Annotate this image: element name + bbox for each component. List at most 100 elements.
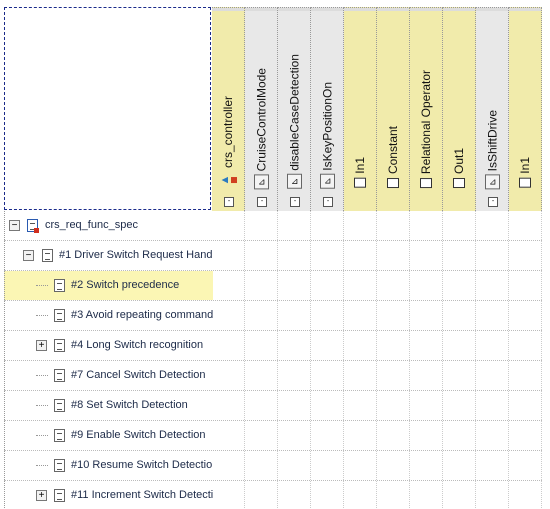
matrix-cell[interactable] xyxy=(245,391,278,420)
matrix-cell[interactable] xyxy=(212,271,245,300)
matrix-cell[interactable] xyxy=(377,211,410,240)
matrix-cell[interactable] xyxy=(311,481,344,509)
matrix-cell[interactable] xyxy=(344,271,377,300)
matrix-cell[interactable] xyxy=(476,421,509,450)
matrix-cell[interactable] xyxy=(476,271,509,300)
matrix-cell[interactable] xyxy=(509,331,542,360)
matrix-cell[interactable] xyxy=(476,481,509,509)
matrix-cell[interactable] xyxy=(509,421,542,450)
collapse-button[interactable]: - xyxy=(257,197,267,207)
table-row[interactable]: #10 Resume Switch Detection xyxy=(4,451,542,481)
matrix-cell[interactable] xyxy=(245,331,278,360)
matrix-cell[interactable] xyxy=(443,301,476,330)
matrix-cell[interactable] xyxy=(344,361,377,390)
row-name-cell[interactable]: #9 Enable Switch Detection xyxy=(4,421,213,450)
matrix-cell[interactable] xyxy=(377,391,410,420)
matrix-cell[interactable] xyxy=(410,271,443,300)
column-header[interactable]: ⊿ IsKeyPositionOn - xyxy=(311,7,344,211)
matrix-cell[interactable] xyxy=(443,271,476,300)
row-name-cell[interactable]: #3 Avoid repeating commands xyxy=(4,301,213,330)
column-header[interactable]: ⊿ CruiseControlMode - xyxy=(245,7,278,211)
matrix-cell[interactable] xyxy=(278,241,311,270)
collapse-button[interactable]: - xyxy=(224,197,234,207)
matrix-cell[interactable] xyxy=(476,391,509,420)
matrix-cell[interactable] xyxy=(377,421,410,450)
matrix-cell[interactable] xyxy=(311,421,344,450)
collapse-toggle[interactable]: − xyxy=(9,220,20,231)
matrix-cell[interactable] xyxy=(344,451,377,480)
matrix-cell[interactable] xyxy=(212,241,245,270)
matrix-cell[interactable] xyxy=(278,481,311,509)
matrix-cell[interactable] xyxy=(443,451,476,480)
matrix-cell[interactable] xyxy=(311,271,344,300)
matrix-cell[interactable] xyxy=(344,211,377,240)
matrix-cell[interactable] xyxy=(377,361,410,390)
matrix-cell[interactable] xyxy=(410,451,443,480)
matrix-cell[interactable] xyxy=(278,271,311,300)
matrix-corner-cell[interactable] xyxy=(4,7,211,210)
matrix-cell[interactable] xyxy=(443,241,476,270)
matrix-cell[interactable] xyxy=(410,481,443,509)
matrix-cell[interactable] xyxy=(212,301,245,330)
row-name-cell[interactable]: #7 Cancel Switch Detection xyxy=(4,361,213,390)
column-header[interactable]: ⊿ IsShiftDrive - xyxy=(476,7,509,211)
matrix-cell[interactable] xyxy=(476,301,509,330)
table-row[interactable]: #7 Cancel Switch Detection xyxy=(4,361,542,391)
matrix-cell[interactable] xyxy=(509,271,542,300)
matrix-cell[interactable] xyxy=(443,211,476,240)
expand-toggle[interactable]: + xyxy=(36,340,47,351)
matrix-cell[interactable] xyxy=(377,301,410,330)
matrix-cell[interactable] xyxy=(410,391,443,420)
table-row[interactable]: − #1 Driver Switch Request Handling xyxy=(4,241,542,271)
matrix-cell[interactable] xyxy=(410,301,443,330)
matrix-cell[interactable] xyxy=(377,451,410,480)
column-header[interactable]: Constant xyxy=(377,7,410,211)
matrix-cell[interactable] xyxy=(278,301,311,330)
matrix-cell[interactable] xyxy=(311,211,344,240)
matrix-cell[interactable] xyxy=(311,331,344,360)
matrix-cell[interactable] xyxy=(212,421,245,450)
column-header[interactable]: In1 xyxy=(509,7,542,211)
table-row[interactable]: #9 Enable Switch Detection xyxy=(4,421,542,451)
matrix-cell[interactable] xyxy=(377,481,410,509)
matrix-cell[interactable] xyxy=(344,301,377,330)
matrix-cell[interactable] xyxy=(509,361,542,390)
row-name-cell[interactable]: + #11 Increment Switch Detection xyxy=(4,481,213,509)
expand-toggle[interactable]: + xyxy=(36,490,47,501)
matrix-cell[interactable] xyxy=(509,211,542,240)
matrix-cell[interactable] xyxy=(476,241,509,270)
matrix-cell[interactable] xyxy=(245,421,278,450)
matrix-cell[interactable] xyxy=(443,481,476,509)
matrix-cell[interactable] xyxy=(311,451,344,480)
matrix-cell[interactable] xyxy=(509,301,542,330)
matrix-cell[interactable] xyxy=(344,421,377,450)
matrix-cell[interactable] xyxy=(212,211,245,240)
matrix-cell[interactable] xyxy=(245,361,278,390)
matrix-cell[interactable] xyxy=(212,331,245,360)
matrix-cell[interactable] xyxy=(443,331,476,360)
row-name-cell[interactable]: − #1 Driver Switch Request Handling xyxy=(4,241,213,270)
matrix-cell[interactable] xyxy=(245,301,278,330)
matrix-cell[interactable] xyxy=(212,391,245,420)
matrix-cell[interactable] xyxy=(245,451,278,480)
matrix-cell[interactable] xyxy=(509,481,542,509)
matrix-cell[interactable] xyxy=(476,361,509,390)
matrix-cell[interactable] xyxy=(509,241,542,270)
matrix-cell[interactable] xyxy=(245,211,278,240)
matrix-cell[interactable] xyxy=(476,211,509,240)
column-header[interactable]: In1 xyxy=(344,7,377,211)
table-row[interactable]: #2 Switch precedence xyxy=(4,271,542,301)
column-header[interactable]: ▲ crs_controller - xyxy=(212,7,245,211)
matrix-cell[interactable] xyxy=(509,391,542,420)
matrix-cell[interactable] xyxy=(278,391,311,420)
matrix-cell[interactable] xyxy=(443,391,476,420)
matrix-cell[interactable] xyxy=(278,211,311,240)
row-name-cell[interactable]: − crs_req_func_spec xyxy=(4,211,213,240)
matrix-cell[interactable] xyxy=(212,361,245,390)
column-header[interactable]: ⊿ disableCaseDetection - xyxy=(278,7,311,211)
matrix-cell[interactable] xyxy=(278,331,311,360)
matrix-cell[interactable] xyxy=(410,421,443,450)
matrix-cell[interactable] xyxy=(377,271,410,300)
matrix-cell[interactable] xyxy=(344,481,377,509)
matrix-cell[interactable] xyxy=(278,451,311,480)
